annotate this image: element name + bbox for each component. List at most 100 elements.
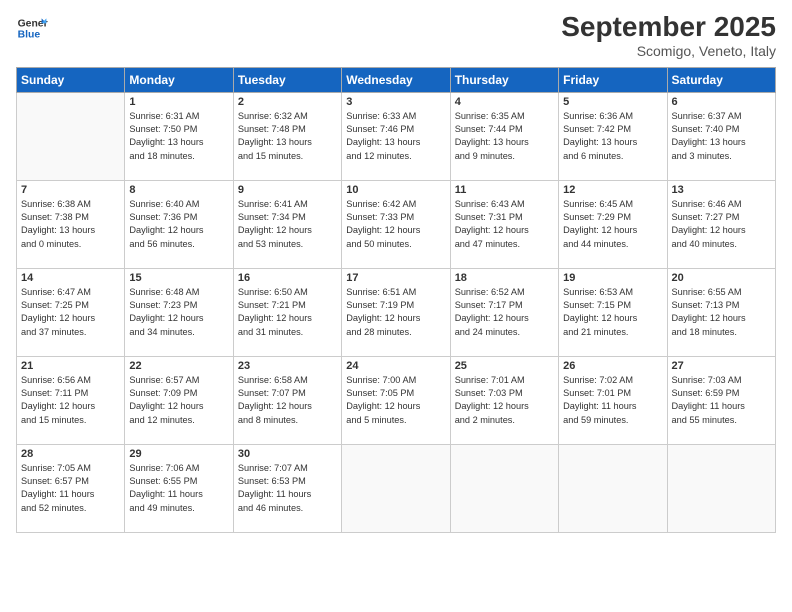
table-row: 23 Sunrise: 6:58 AM Sunset: 7:07 PM Dayli…	[233, 356, 341, 444]
day-number: 30	[238, 448, 337, 460]
day-info: Sunrise: 7:01 AM Sunset: 7:03 PM Dayligh…	[455, 374, 554, 427]
day-info: Sunrise: 6:43 AM Sunset: 7:31 PM Dayligh…	[455, 198, 554, 251]
day-number: 26	[563, 360, 662, 372]
day-info: Sunrise: 6:36 AM Sunset: 7:42 PM Dayligh…	[563, 110, 662, 163]
table-row: 19Sunrise: 6:53 AM Sunset: 7:15 PM Dayli…	[559, 268, 667, 356]
logo: General Blue	[16, 12, 48, 44]
col-tuesday: Tuesday	[233, 67, 341, 92]
table-row: 15 Sunrise: 6:48 AM Sunset: 7:23 PM Dayli…	[125, 268, 233, 356]
day-number: 10	[346, 184, 445, 196]
table-row: 10 Sunrise: 6:42 AM Sunset: 7:33 PM Dayli…	[342, 180, 450, 268]
day-number: 29	[129, 448, 228, 460]
day-info: Sunrise: 6:56 AM Sunset: 7:11 PM Dayligh…	[21, 374, 120, 427]
day-info: Sunrise: 7:05 AM Sunset: 6:57 PM Dayligh…	[21, 462, 120, 515]
day-number: 17	[346, 272, 445, 284]
day-number: 11	[455, 184, 554, 196]
table-row: 21 Sunrise: 6:56 AM Sunset: 7:11 PM Dayli…	[17, 356, 125, 444]
day-number: 19	[563, 272, 662, 284]
day-info: Sunrise: 6:45 AM Sunset: 7:29 PM Dayligh…	[563, 198, 662, 251]
day-info: Sunrise: 6:33 AM Sunset: 7:46 PM Dayligh…	[346, 110, 445, 163]
table-row	[559, 444, 667, 532]
table-row	[667, 444, 775, 532]
page: General Blue September 2025 Scomigo, Ven…	[0, 0, 792, 612]
day-number: 6	[672, 96, 771, 108]
table-row: 1 Sunrise: 6:31 AM Sunset: 7:50 PM Daylig…	[125, 92, 233, 180]
col-thursday: Thursday	[450, 67, 558, 92]
day-info: Sunrise: 7:07 AM Sunset: 6:53 PM Dayligh…	[238, 462, 337, 515]
day-info: Sunrise: 6:31 AM Sunset: 7:50 PM Dayligh…	[129, 110, 228, 163]
svg-text:Blue: Blue	[18, 30, 41, 41]
day-number: 23	[238, 360, 337, 372]
table-row: 13 Sunrise: 6:46 AM Sunset: 7:27 PM Dayli…	[667, 180, 775, 268]
day-info: Sunrise: 7:06 AM Sunset: 6:55 PM Dayligh…	[129, 462, 228, 515]
day-info: Sunrise: 7:03 AM Sunset: 6:59 PM Dayligh…	[672, 374, 771, 427]
day-number: 21	[21, 360, 120, 372]
table-row	[342, 444, 450, 532]
day-info: Sunrise: 6:35 AM Sunset: 7:44 PM Dayligh…	[455, 110, 554, 163]
day-number: 28	[21, 448, 120, 460]
table-row: 5 Sunrise: 6:36 AM Sunset: 7:42 PM Daylig…	[559, 92, 667, 180]
table-row: 16Sunrise: 6:50 AM Sunset: 7:21 PM Dayli…	[233, 268, 341, 356]
table-row: 2 Sunrise: 6:32 AM Sunset: 7:48 PM Daylig…	[233, 92, 341, 180]
col-monday: Monday	[125, 67, 233, 92]
day-number: 25	[455, 360, 554, 372]
day-number: 12	[563, 184, 662, 196]
table-row: 22Sunrise: 6:57 AM Sunset: 7:09 PM Dayli…	[125, 356, 233, 444]
day-info: Sunrise: 6:58 AM Sunset: 7:07 PM Dayligh…	[238, 374, 337, 427]
table-row: 9Sunrise: 6:41 AM Sunset: 7:34 PM Daylig…	[233, 180, 341, 268]
table-row: 18 Sunrise: 6:52 AM Sunset: 7:17 PM Dayli…	[450, 268, 558, 356]
table-row: 28 Sunrise: 7:05 AM Sunset: 6:57 PM Dayli…	[17, 444, 125, 532]
day-number: 5	[563, 96, 662, 108]
logo-icon: General Blue	[16, 12, 48, 44]
day-number: 16	[238, 272, 337, 284]
table-row: 11 Sunrise: 6:43 AM Sunset: 7:31 PM Dayli…	[450, 180, 558, 268]
calendar-week-row: 14Sunrise: 6:47 AM Sunset: 7:25 PM Dayli…	[17, 268, 776, 356]
day-info: Sunrise: 6:57 AM Sunset: 7:09 PM Dayligh…	[129, 374, 228, 427]
table-row: 27 Sunrise: 7:03 AM Sunset: 6:59 PM Dayli…	[667, 356, 775, 444]
day-info: Sunrise: 6:52 AM Sunset: 7:17 PM Dayligh…	[455, 286, 554, 339]
day-number: 27	[672, 360, 771, 372]
day-info: Sunrise: 6:48 AM Sunset: 7:23 PM Dayligh…	[129, 286, 228, 339]
day-number: 24	[346, 360, 445, 372]
table-row: 25 Sunrise: 7:01 AM Sunset: 7:03 PM Dayli…	[450, 356, 558, 444]
calendar-week-row: 1 Sunrise: 6:31 AM Sunset: 7:50 PM Daylig…	[17, 92, 776, 180]
day-info: Sunrise: 6:42 AM Sunset: 7:33 PM Dayligh…	[346, 198, 445, 251]
calendar-header-row: Sunday Monday Tuesday Wednesday Thursday…	[17, 67, 776, 92]
calendar-table: Sunday Monday Tuesday Wednesday Thursday…	[16, 67, 776, 533]
day-info: Sunrise: 6:32 AM Sunset: 7:48 PM Dayligh…	[238, 110, 337, 163]
day-info: Sunrise: 7:00 AM Sunset: 7:05 PM Dayligh…	[346, 374, 445, 427]
day-info: Sunrise: 6:55 AM Sunset: 7:13 PM Dayligh…	[672, 286, 771, 339]
day-info: Sunrise: 6:47 AM Sunset: 7:25 PM Dayligh…	[21, 286, 120, 339]
table-row: 12 Sunrise: 6:45 AM Sunset: 7:29 PM Dayli…	[559, 180, 667, 268]
table-row: 17 Sunrise: 6:51 AM Sunset: 7:19 PM Dayli…	[342, 268, 450, 356]
day-info: Sunrise: 6:38 AM Sunset: 7:38 PM Dayligh…	[21, 198, 120, 251]
table-row: 6Sunrise: 6:37 AM Sunset: 7:40 PM Daylig…	[667, 92, 775, 180]
table-row: 26Sunrise: 7:02 AM Sunset: 7:01 PM Dayli…	[559, 356, 667, 444]
day-number: 8	[129, 184, 228, 196]
month-title: September 2025	[561, 12, 776, 43]
table-row: 3 Sunrise: 6:33 AM Sunset: 7:46 PM Daylig…	[342, 92, 450, 180]
col-sunday: Sunday	[17, 67, 125, 92]
table-row: 8Sunrise: 6:40 AM Sunset: 7:36 PM Daylig…	[125, 180, 233, 268]
calendar-week-row: 21 Sunrise: 6:56 AM Sunset: 7:11 PM Dayli…	[17, 356, 776, 444]
day-number: 2	[238, 96, 337, 108]
table-row: 24 Sunrise: 7:00 AM Sunset: 7:05 PM Dayli…	[342, 356, 450, 444]
day-number: 1	[129, 96, 228, 108]
table-row: 29 Sunrise: 7:06 AM Sunset: 6:55 PM Dayli…	[125, 444, 233, 532]
col-saturday: Saturday	[667, 67, 775, 92]
day-info: Sunrise: 6:51 AM Sunset: 7:19 PM Dayligh…	[346, 286, 445, 339]
table-row: 30 Sunrise: 7:07 AM Sunset: 6:53 PM Dayli…	[233, 444, 341, 532]
day-info: Sunrise: 6:46 AM Sunset: 7:27 PM Dayligh…	[672, 198, 771, 251]
table-row	[450, 444, 558, 532]
day-number: 20	[672, 272, 771, 284]
day-number: 9	[238, 184, 337, 196]
table-row: 14Sunrise: 6:47 AM Sunset: 7:25 PM Dayli…	[17, 268, 125, 356]
day-number: 4	[455, 96, 554, 108]
calendar-week-row: 28 Sunrise: 7:05 AM Sunset: 6:57 PM Dayli…	[17, 444, 776, 532]
day-number: 3	[346, 96, 445, 108]
svg-text:General: General	[18, 18, 48, 29]
location: Scomigo, Veneto, Italy	[561, 43, 776, 59]
day-number: 15	[129, 272, 228, 284]
day-number: 13	[672, 184, 771, 196]
day-number: 18	[455, 272, 554, 284]
